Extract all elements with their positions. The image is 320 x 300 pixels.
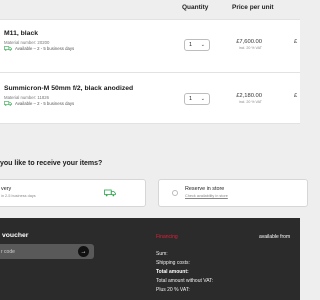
shipping-costs-label: Shipping costs: xyxy=(156,260,190,266)
chevron-down-icon: ⌄ xyxy=(200,96,205,102)
voucher-input[interactable]: r code → xyxy=(0,244,94,259)
material-number: Material number: 20200 xyxy=(4,40,50,45)
reserve-in-store-option[interactable]: Reserve in store Check availability in s… xyxy=(158,179,308,207)
unit-price: £2,180.00 xyxy=(236,93,262,99)
quantity-value: 1 xyxy=(189,96,193,102)
item-total: £ xyxy=(294,93,298,99)
delivery-option-subtitle: in 2-5 business days xyxy=(1,194,36,198)
vat-note: incl. 20 % VAT xyxy=(238,46,262,50)
unit-price: £7,600.00 xyxy=(236,39,262,45)
available-from-text: available from xyxy=(259,234,291,240)
voucher-submit-button[interactable]: → xyxy=(78,246,89,257)
price-column-header: Price per unit xyxy=(232,4,274,11)
voucher-placeholder: r code xyxy=(1,248,15,255)
delivery-section-title: you like to receive your items? xyxy=(0,160,103,167)
quantity-column-header: Quantity xyxy=(182,4,209,11)
vat-note: incl. 20 % VAT xyxy=(238,100,262,104)
material-number: Material number: 11826 xyxy=(4,95,50,100)
product-name[interactable]: Summicron-M 50mm f/2, black anodized xyxy=(4,85,133,92)
quantity-select[interactable]: 1 ⌄ xyxy=(184,39,210,51)
delivery-option-title: very xyxy=(1,186,12,192)
financing-link[interactable]: Financing xyxy=(156,234,178,240)
quantity-select[interactable]: 1 ⌄ xyxy=(184,93,210,105)
truck-icon xyxy=(4,46,12,51)
availability: Available – 2 - 5 business days xyxy=(4,101,74,106)
voucher-title: voucher xyxy=(2,232,29,239)
chevron-down-icon: ⌄ xyxy=(200,42,205,48)
checkout-footer: voucher r code → Financing available fro… xyxy=(0,218,300,300)
cart-item-2: Summicron-M 50mm f/2, black anodized Mat… xyxy=(0,72,300,124)
quantity-value: 1 xyxy=(189,42,193,48)
vat-amount-label: Plus 20 % VAT: xyxy=(156,287,190,293)
item-total: £ xyxy=(294,39,298,45)
availability-text: Available – 2 - 5 business days xyxy=(15,101,75,106)
sum-label: Sum: xyxy=(156,251,168,257)
reserve-radio[interactable] xyxy=(172,190,178,196)
delivery-option[interactable]: very in 2-5 business days xyxy=(0,179,146,207)
total-amount-label: Total amount: xyxy=(156,269,189,275)
reserve-option-title: Reserve in store xyxy=(185,186,225,192)
product-name[interactable]: M11, black xyxy=(4,30,38,37)
arrow-right-icon: → xyxy=(80,248,87,255)
availability-text: Available – 2 - 5 business days xyxy=(15,46,75,51)
truck-icon xyxy=(104,189,116,197)
cart-item-1: M11, black Material number: 20200 Availa… xyxy=(0,19,300,73)
availability: Available – 2 - 5 business days xyxy=(4,46,74,51)
truck-icon xyxy=(4,101,12,106)
check-availability-link[interactable]: Check availability in store xyxy=(185,194,228,198)
total-without-vat-label: Total amount without VAT: xyxy=(156,278,214,284)
